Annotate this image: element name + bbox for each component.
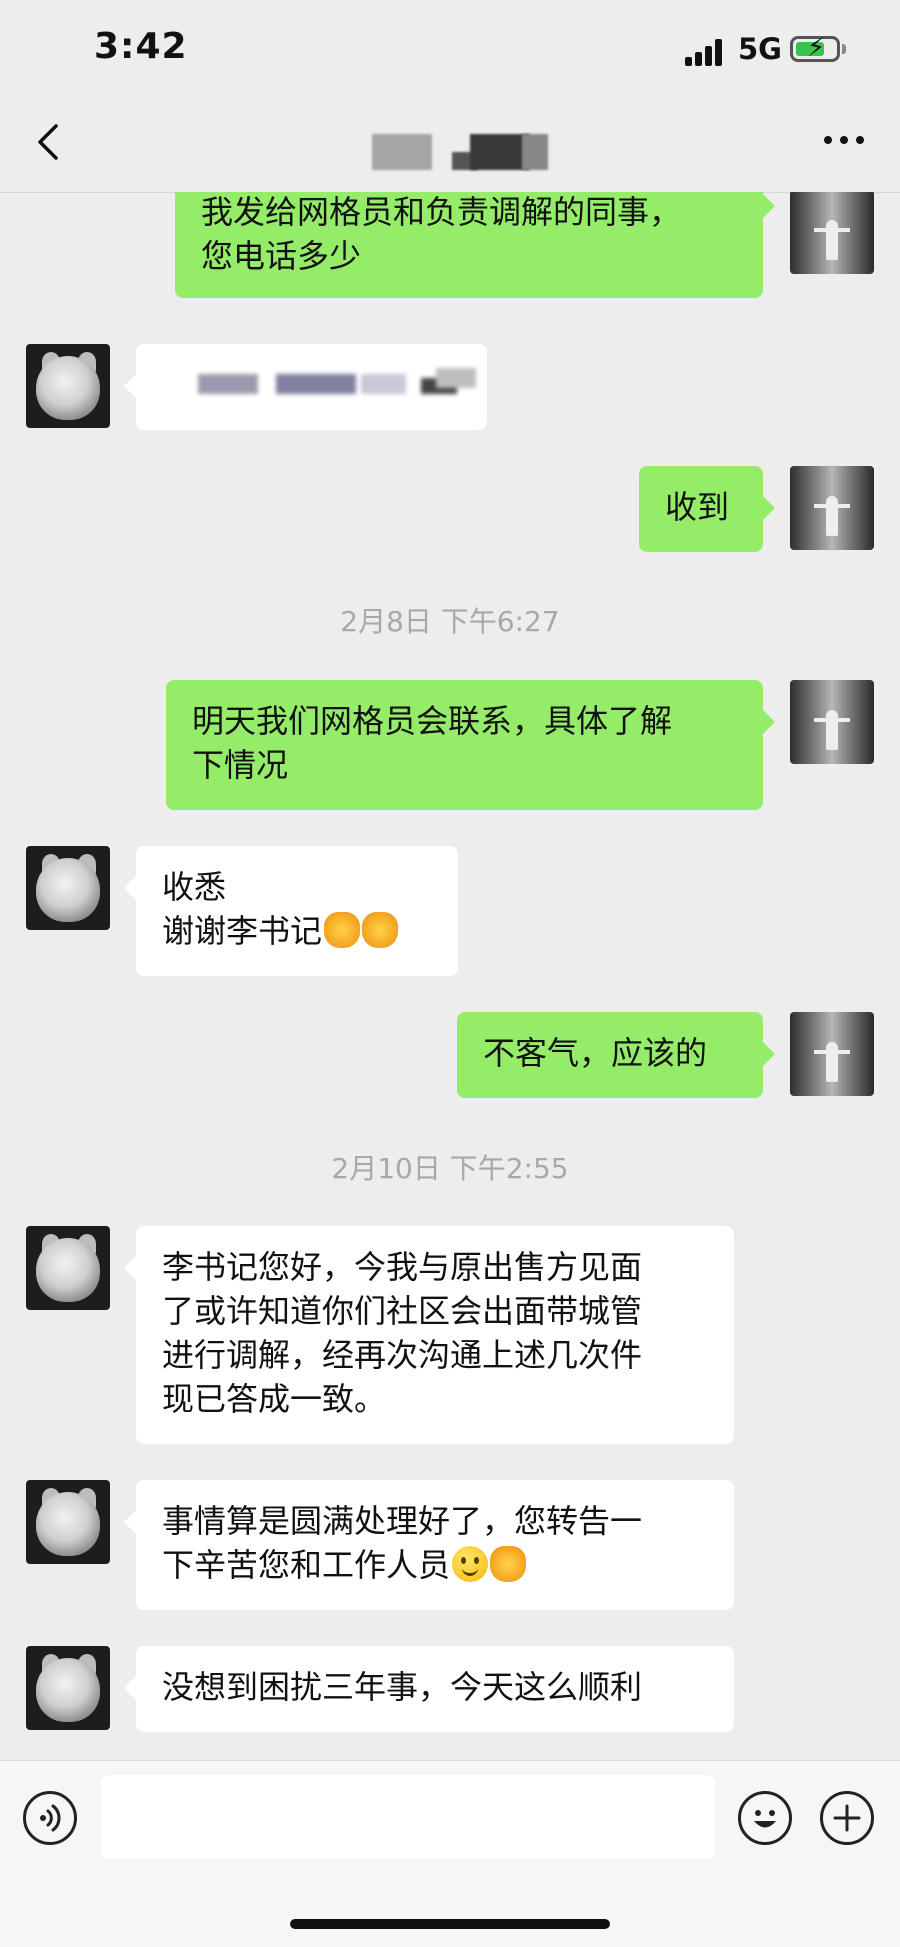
message-text: 下辛苦您和工作人员 (162, 1546, 451, 1584)
emoji-icon[interactable] (738, 1791, 792, 1845)
more-icon[interactable] (816, 118, 872, 162)
message-bubble[interactable]: 没想到困扰三年事，今天这么顺利 (124, 1646, 734, 1732)
message-bubble[interactable]: 收到 (639, 466, 775, 552)
chat-messages[interactable]: 我发给网格员和负责调解的同事， 您电话多少 收到 2月8日 下午6:27 明天我… (0, 192, 900, 1760)
message-text: 李书记您好，今我与原出售方见面 (162, 1248, 643, 1286)
contact-avatar[interactable] (26, 846, 110, 930)
contact-avatar[interactable] (26, 1480, 110, 1564)
message-text: 您电话多少 (201, 237, 362, 275)
message-text: 明天我们网格员会联系，具体了解 (192, 702, 673, 740)
self-avatar[interactable] (790, 466, 874, 550)
status-bar: 3:42 5G ⚡ (0, 0, 900, 100)
message-text: 进行调解，经再次沟通上述几次件 (162, 1336, 643, 1374)
message-text: 没想到困扰三年事，今天这么顺利 (162, 1668, 643, 1706)
timestamp: 2月10日 下午2:55 (331, 1152, 569, 1185)
self-avatar[interactable] (790, 1012, 874, 1096)
message-text: 收到 (665, 488, 730, 526)
contact-avatar[interactable] (26, 1226, 110, 1310)
message-text: 收悉 (162, 868, 227, 906)
message-text: 不客气，应该的 (483, 1034, 708, 1072)
battery-cap (842, 44, 846, 54)
message-bubble[interactable]: 我发给网格员和负责调解的同事， 您电话多少 (175, 192, 775, 298)
contact-avatar[interactable] (26, 344, 110, 428)
self-avatar[interactable] (790, 192, 874, 274)
message-bubble-redacted[interactable] (124, 344, 487, 430)
back-icon[interactable] (28, 120, 72, 164)
home-indicator (290, 1919, 610, 1929)
smile-emoji-icon (452, 1546, 489, 1582)
message-input[interactable] (101, 1775, 715, 1859)
add-icon[interactable] (820, 1791, 874, 1845)
input-bar (0, 1760, 900, 1947)
message-text: 了或许知道你们社区会出面带城管 (162, 1292, 643, 1330)
handshake-emoji-icon (362, 912, 399, 948)
message-text: 现已答成一致。 (162, 1380, 387, 1418)
status-time: 3:42 (94, 26, 188, 67)
message-bubble[interactable]: 李书记您好，今我与原出售方见面 了或许知道你们社区会出面带城管 进行调解，经再次… (124, 1226, 734, 1444)
network-label: 5G (738, 32, 782, 66)
message-bubble[interactable]: 明天我们网格员会联系，具体了解 下情况 (166, 680, 775, 810)
chat-header (0, 100, 900, 193)
handshake-emoji-icon (324, 912, 361, 948)
signal-icon (685, 38, 729, 66)
message-text: 我发给网格员和负责调解的同事， (201, 193, 682, 231)
battery-icon: ⚡ (790, 33, 840, 63)
message-text: 谢谢李书记 (162, 912, 323, 950)
message-bubble[interactable]: 事情算是圆满处理好了，您转告一 下辛苦您和工作人员 (124, 1480, 734, 1610)
message-text: 事情算是圆满处理好了，您转告一 (162, 1502, 643, 1540)
self-avatar[interactable] (790, 680, 874, 764)
message-bubble[interactable]: 不客气，应该的 (457, 1012, 775, 1098)
contact-name-redacted (372, 134, 552, 170)
handshake-emoji-icon (490, 1546, 527, 1582)
voice-icon[interactable] (23, 1791, 77, 1845)
message-bubble[interactable]: 收悉 谢谢李书记 (124, 846, 458, 976)
message-text: 下情况 (192, 746, 289, 784)
contact-avatar[interactable] (26, 1646, 110, 1730)
timestamp: 2月8日 下午6:27 (340, 605, 560, 638)
